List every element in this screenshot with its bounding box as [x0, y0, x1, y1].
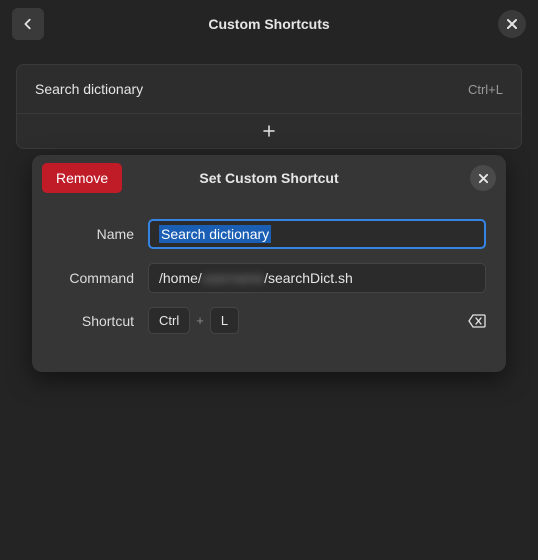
shortcut-list: Search dictionary Ctrl+L	[16, 64, 522, 149]
key-l: L	[210, 307, 239, 334]
chevron-left-icon	[21, 17, 35, 31]
command-text-prefix: /home/	[159, 270, 202, 286]
shortcut-name: Search dictionary	[35, 81, 143, 97]
command-text-suffix: /searchDict.sh	[264, 270, 353, 286]
backspace-icon	[468, 314, 486, 328]
window-title: Custom Shortcuts	[0, 16, 538, 32]
command-text-hidden: username	[202, 270, 264, 286]
close-button[interactable]	[498, 10, 526, 38]
shortcut-label: Shortcut	[52, 313, 148, 329]
content-area: Search dictionary Ctrl+L	[0, 48, 538, 165]
remove-button[interactable]: Remove	[42, 163, 122, 193]
close-icon	[478, 173, 489, 184]
command-row: Command /home/username/searchDict.sh	[52, 263, 486, 293]
command-input[interactable]: /home/username/searchDict.sh	[148, 263, 486, 293]
clear-shortcut-button[interactable]	[468, 314, 486, 328]
dialog-close-button[interactable]	[470, 165, 496, 191]
shortcut-keys: Ctrl+L	[468, 82, 503, 97]
shortcut-display[interactable]: Ctrl + L	[148, 307, 468, 334]
name-input-selection: Search dictionary	[159, 225, 271, 243]
header-bar: Custom Shortcuts	[0, 0, 538, 48]
command-label: Command	[52, 270, 148, 286]
close-icon	[506, 18, 518, 30]
set-shortcut-dialog: Remove Set Custom Shortcut Name Search d…	[32, 155, 506, 372]
key-ctrl: Ctrl	[148, 307, 190, 334]
add-shortcut-button[interactable]	[17, 113, 521, 148]
shortcut-list-item[interactable]: Search dictionary Ctrl+L	[17, 65, 521, 113]
dialog-body: Name Search dictionary Command /home/use…	[32, 201, 506, 372]
name-input[interactable]: Search dictionary	[148, 219, 486, 249]
name-label: Name	[52, 226, 148, 242]
dialog-header: Remove Set Custom Shortcut	[32, 155, 506, 201]
plus-icon	[262, 124, 276, 138]
shortcut-row: Shortcut Ctrl + L	[52, 307, 486, 334]
back-button[interactable]	[12, 8, 44, 40]
plus-separator: +	[196, 313, 204, 328]
custom-shortcuts-window: Custom Shortcuts Search dictionary Ctrl+…	[0, 0, 538, 560]
name-row: Name Search dictionary	[52, 219, 486, 249]
